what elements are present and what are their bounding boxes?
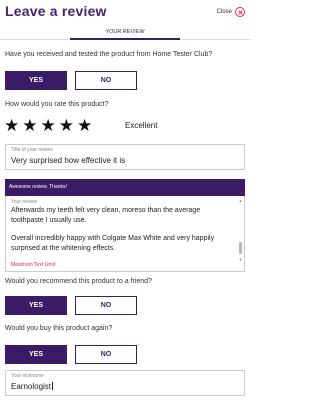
review-title-value: Very surprised how effective it is [11, 156, 126, 165]
close-button[interactable]: Close [217, 7, 245, 17]
tab-bar: YOUR REVIEW [0, 26, 251, 40]
tested-no-button[interactable]: NO [75, 71, 137, 90]
success-banner: Awesome review. Thanks! [5, 179, 245, 196]
review-body-label: Your review [11, 199, 37, 205]
star-icon[interactable]: ★ [22, 117, 37, 135]
recommend-no-button[interactable]: NO [75, 296, 137, 315]
star-rating[interactable]: ★ ★ ★ ★ ★ [4, 117, 92, 135]
question-rating: How would you rate this product? [5, 101, 109, 108]
nickname-value: Earnologist [11, 382, 52, 391]
close-label: Close [216, 9, 232, 15]
nickname-field[interactable]: Your nickname Earnologist [5, 370, 245, 396]
star-icon[interactable]: ★ [59, 117, 74, 135]
modal-header: Leave a review Close [0, 0, 251, 26]
review-title-field[interactable]: Title of your review Very surprised how … [5, 144, 245, 170]
scroll-thumb[interactable] [239, 242, 242, 254]
rating-text: Excellent [125, 121, 158, 130]
textarea-scrollbar[interactable]: ▲ ▼ [238, 198, 243, 262]
tab-your-review[interactable]: YOUR REVIEW [70, 26, 180, 40]
buy-yes-button[interactable]: YES [5, 345, 67, 364]
scroll-up-icon[interactable]: ▲ [238, 198, 243, 203]
review-title-label: Title of your review [11, 147, 53, 153]
star-icon[interactable]: ★ [41, 117, 56, 135]
review-paragraph: Afterwards my teeth felt very clean, mor… [11, 207, 201, 224]
scroll-down-icon[interactable]: ▼ [238, 257, 243, 262]
review-paragraph: Overall incredibly happy with Colgate Ma… [11, 235, 215, 252]
question-recommend: Would you recommend this product to a fr… [5, 278, 152, 285]
review-body-text: Afterwards my teeth felt very clean, mor… [11, 206, 233, 262]
question-buy-again: Would you buy this product again? [5, 325, 113, 332]
star-icon[interactable]: ★ [4, 117, 19, 135]
max-text-limit: Maximum Text Limit [11, 262, 231, 268]
question-tested: Have you received and tested the product… [5, 51, 213, 58]
text-cursor [52, 382, 54, 390]
nickname-label: Your nickname [11, 373, 44, 379]
recommend-yes-button[interactable]: YES [5, 296, 67, 315]
page-title: Leave a review [5, 3, 107, 19]
tested-yes-button[interactable]: YES [5, 71, 67, 90]
buy-no-button[interactable]: NO [75, 345, 137, 364]
close-icon[interactable] [235, 7, 245, 17]
nickname-value-wrap: Earnologist [11, 382, 54, 391]
review-textarea[interactable]: Your review Afterwards my teeth felt ver… [5, 196, 245, 272]
star-icon[interactable]: ★ [77, 117, 92, 135]
